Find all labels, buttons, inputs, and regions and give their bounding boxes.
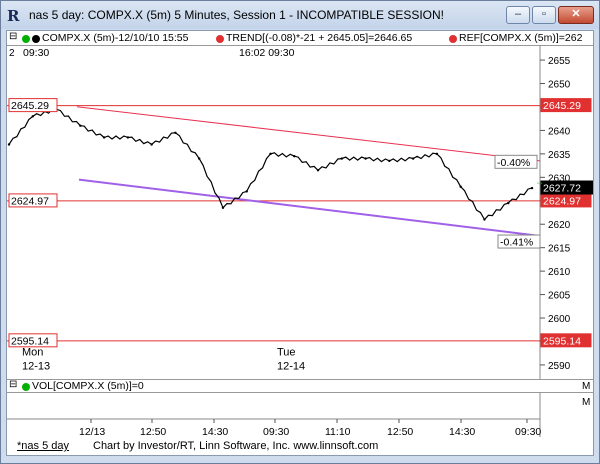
minimize-icon: – xyxy=(514,8,522,20)
day-label-tue-date: 12-14 xyxy=(277,361,305,373)
price-point xyxy=(102,136,106,139)
time-tick-label: 14:30 xyxy=(202,426,228,437)
maximize-button[interactable]: ▫ xyxy=(532,6,556,24)
maximize-icon: ▫ xyxy=(542,8,546,20)
price-tick-label: 2635 xyxy=(548,150,571,161)
title-bar[interactable]: R nas 5 day: COMPX.X (5m) 5 Minutes, Ses… xyxy=(1,1,599,29)
lower-axis-label: 2595.14 xyxy=(540,333,592,348)
upper-axis-label-text: 2645.29 xyxy=(543,100,581,112)
footer: *nas 5 day Chart by Investor/RT, Linn So… xyxy=(7,437,593,455)
price-point xyxy=(316,169,320,172)
time-tick-label: 09:30 xyxy=(263,426,289,437)
price-point xyxy=(221,206,225,210)
price-point xyxy=(411,157,415,160)
legend-symbol[interactable]: COMPX.X (5m)-12/10/10 15:55 xyxy=(42,32,188,44)
pct-top-label: -0.40% xyxy=(494,154,538,169)
price-point xyxy=(245,190,248,193)
time-axis: 12/13 12:50 14:30 09:30 11:10 12:50 14:30 09:30 xyxy=(79,419,541,438)
middle-axis-label-text: 2624.97 xyxy=(543,195,581,207)
time-tick-label: 12:50 xyxy=(387,426,413,437)
price-tick-label: 2590 xyxy=(548,361,571,372)
middle-level-label-text: 2624.97 xyxy=(11,195,49,207)
top-time-left: 09:30 xyxy=(23,47,49,59)
chart-tab[interactable]: *nas 5 day xyxy=(17,440,69,452)
volume-scale-label: M xyxy=(582,397,590,408)
chart-window: R nas 5 day: COMPX.X (5m) 5 Minutes, Ses… xyxy=(0,0,600,464)
lower-level-label-text: 2595.14 xyxy=(11,335,49,347)
credit-text: Chart by Investor/RT, Linn Software, Inc… xyxy=(93,440,379,452)
price-tick-label: 2620 xyxy=(548,220,571,231)
volume-pane[interactable]: M 12/13 12:50 14:30 09:30 11:10 12:50 14:30 09:… xyxy=(7,393,593,438)
pct-bottom-label-text: -0.41% xyxy=(500,237,533,249)
price-tick-label: 2605 xyxy=(548,291,571,302)
window-title: nas 5 day: COMPX.X (5m) 5 Minutes, Sessi… xyxy=(29,8,445,22)
time-tick-label: 12:50 xyxy=(140,426,166,437)
time-tick-label: 12/13 xyxy=(79,426,105,437)
price-point xyxy=(459,185,462,188)
top-time-left-num: 2 xyxy=(9,48,15,59)
day-label-tue: Tue xyxy=(277,347,296,359)
price-point xyxy=(483,218,486,221)
middle-axis-label: 2624.97 xyxy=(540,193,592,208)
chart-pane: ⊟ COMPX.X (5m)-12/10/10 15:55 TREND[(-0.… xyxy=(6,30,594,456)
volume-label[interactable]: VOL[COMPX.X (5m)]=0 xyxy=(32,380,144,392)
price-tick-label: 2650 xyxy=(548,80,571,91)
price-point xyxy=(197,157,201,160)
time-tick-label: 14:30 xyxy=(449,426,475,437)
app-logo-icon: R xyxy=(7,7,20,25)
legend-expand-icon[interactable]: ⊟ xyxy=(9,31,17,42)
price-point xyxy=(293,155,296,158)
price-tick-label: 2640 xyxy=(548,126,571,137)
legend-trend[interactable]: TREND[(-0.08)*-21 + 2645.05]=2646.65 xyxy=(226,32,412,44)
chart-legend: ⊟ COMPX.X (5m)-12/10/10 15:55 TREND[(-0.… xyxy=(7,31,593,46)
top-time-mid: 16:02 09:30 xyxy=(239,47,295,59)
price-point xyxy=(364,157,367,160)
lower-axis-label-text: 2595.14 xyxy=(543,335,581,347)
upper-axis-label: 2645.29 xyxy=(540,98,592,112)
price-point xyxy=(31,115,34,118)
upper-level-label: 2645.29 xyxy=(8,98,58,112)
time-tick-label: 11:10 xyxy=(325,426,351,437)
current-arrow-icon: → xyxy=(535,176,544,186)
legend-ref[interactable]: REF[COMPX.X (5m)]=262 xyxy=(459,32,582,44)
price-point xyxy=(507,201,510,205)
minimize-button[interactable]: – xyxy=(506,6,530,24)
price-point xyxy=(435,152,439,156)
upper-level-label-text: 2645.29 xyxy=(11,100,49,112)
price-tick-label: 2610 xyxy=(548,267,571,278)
volume-legend: ⊟ VOL[COMPX.X (5m)]=0 xyxy=(7,379,593,393)
price-point xyxy=(7,143,11,146)
middle-level-label: 2624.97 xyxy=(8,193,58,208)
volume-expand-icon[interactable]: ⊟ xyxy=(9,379,17,390)
day-label-mon: Mon xyxy=(22,347,43,359)
price-tick-label: 2655 xyxy=(548,56,571,67)
pct-top-label-text: -0.40% xyxy=(497,157,530,169)
time-tick-label: 09:30 xyxy=(515,426,541,437)
price-point xyxy=(340,157,344,160)
close-icon: ✕ xyxy=(571,8,581,20)
price-point xyxy=(150,143,153,146)
price-point xyxy=(388,159,391,163)
price-chart[interactable]: 2655265026452640263526302625262026152610… xyxy=(7,46,594,392)
price-chart-svg: 2655265026452640263526302625262026152610… xyxy=(7,46,594,392)
price-point xyxy=(79,124,82,127)
price-point xyxy=(174,131,177,134)
current-price-label: 2627.72 xyxy=(540,180,594,195)
price-point xyxy=(269,152,272,156)
price-tick-label: 2600 xyxy=(548,314,571,325)
price-point xyxy=(530,186,534,190)
close-button[interactable]: ✕ xyxy=(558,6,594,24)
day-label-mon-date: 12-13 xyxy=(22,361,50,373)
volume-svg: M 12/13 12:50 14:30 09:30 11:10 12:50 14:30 09:… xyxy=(7,393,590,438)
price-tick-label: 2615 xyxy=(548,244,571,255)
price-point xyxy=(126,136,130,139)
pct-bottom-label: -0.41% xyxy=(497,234,541,249)
lower-level-label: 2595.14 xyxy=(8,333,58,348)
current-price-label-text: 2627.72 xyxy=(543,183,581,195)
